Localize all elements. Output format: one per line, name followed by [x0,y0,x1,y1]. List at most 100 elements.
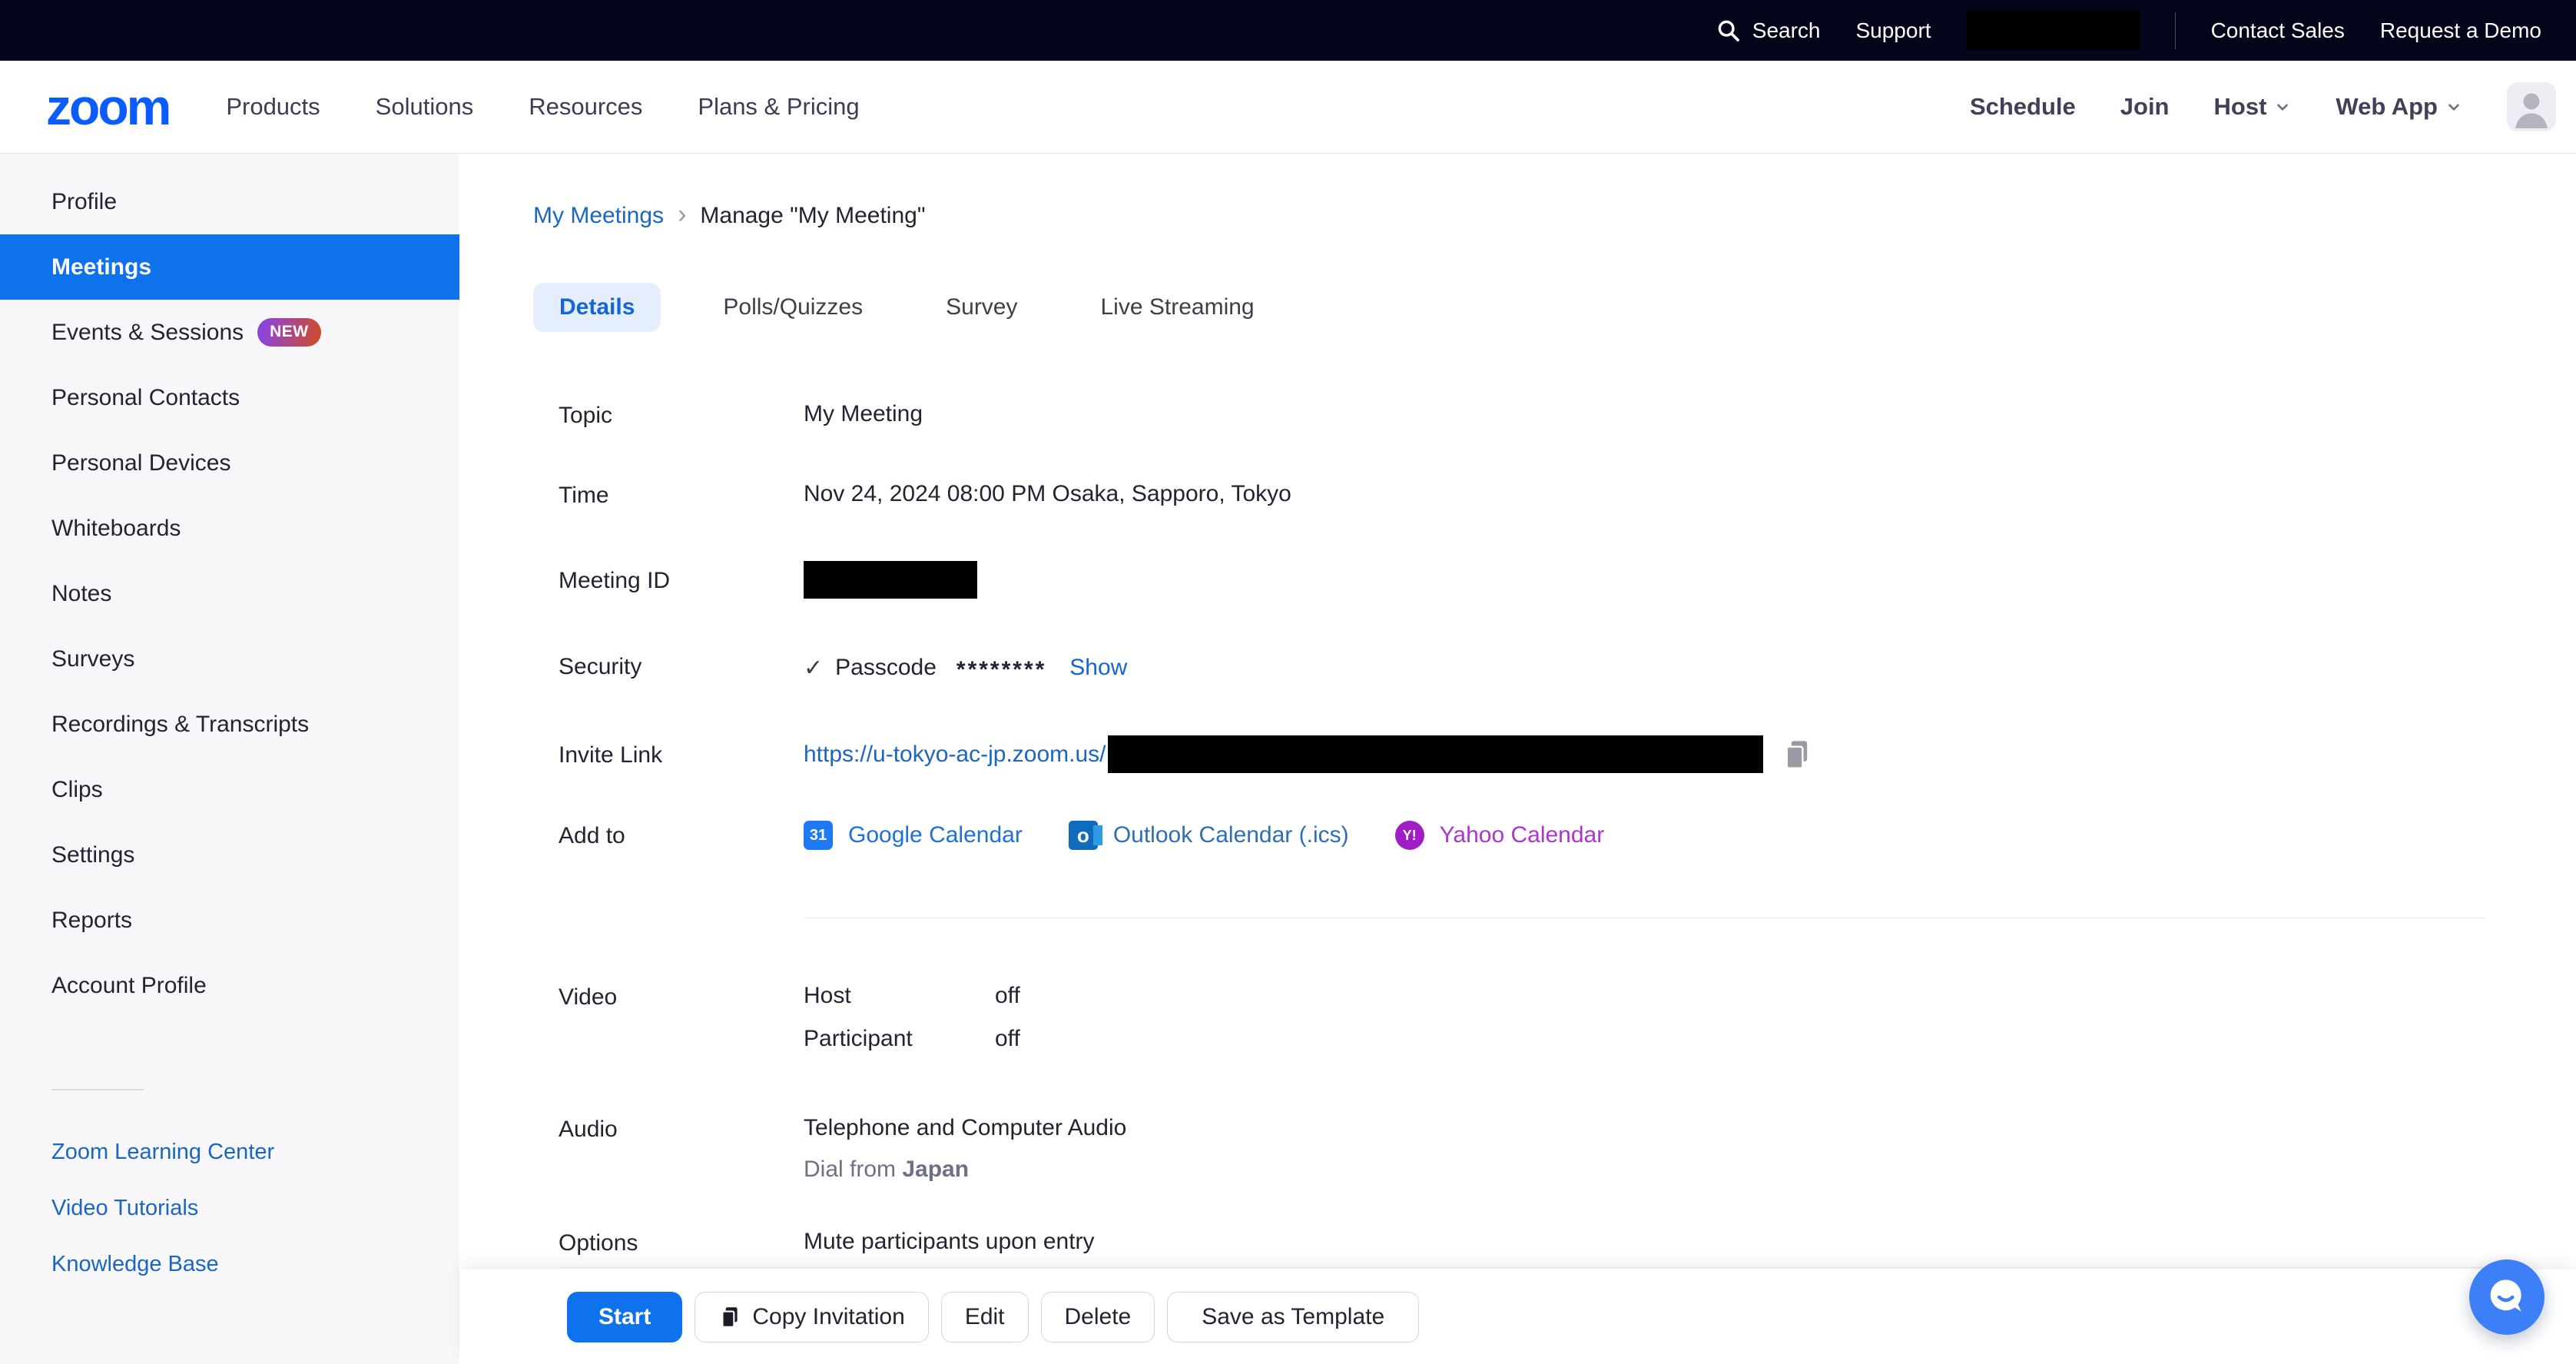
check-icon: ✓ [804,655,823,682]
redacted-meeting-id [804,561,977,599]
edit-button[interactable]: Edit [941,1292,1029,1342]
sidebar-item-whiteboards[interactable]: Whiteboards [0,496,459,561]
host-label: Host [2214,93,2267,121]
sidebar-item-personal-contacts[interactable]: Personal Contacts [0,365,459,430]
tab-details[interactable]: Details [533,283,661,332]
show-passcode-link[interactable]: Show [1069,655,1127,681]
avatar[interactable] [2507,82,2556,131]
topic-row: Topic My Meeting [559,401,2576,429]
contact-sales-link[interactable]: Contact Sales [2211,18,2345,43]
dial-from-prefix: Dial from [804,1157,896,1182]
site-header: zoom Products Solutions Resources Plans … [0,61,2576,154]
copy-invitation-button[interactable]: Copy Invitation [695,1292,928,1342]
main-nav: Products Solutions Resources Plans & Pri… [226,93,859,121]
topbar-divider [2175,12,2176,49]
sidebar-item-settings[interactable]: Settings [0,822,459,888]
video-host-name: Host [804,983,995,1009]
host-menu[interactable]: Host [2214,93,2292,121]
sidebar-item-account-profile[interactable]: Account Profile [0,953,459,1018]
video-participant-value: off [995,1026,1020,1052]
search-button[interactable]: Search [1716,18,1821,44]
new-badge: NEW [257,318,321,347]
tab-live-streaming[interactable]: Live Streaming [1080,294,1275,320]
time-label: Time [559,481,804,509]
security-label: Security [559,652,804,680]
invite-link-label: Invite Link [559,741,804,768]
security-row: Security ✓ Passcode ******** Show [559,652,2576,683]
outlook-calendar-link[interactable]: o Outlook Calendar (.ics) [1069,821,1349,850]
section-divider [559,1267,2485,1268]
audio-row: Audio Telephone and Computer Audio Dial … [559,1115,2576,1183]
breadcrumb: My Meetings › Manage "My Meeting" [533,201,2576,231]
add-to-label: Add to [559,821,804,849]
join-link[interactable]: Join [2120,93,2170,121]
dial-from-country: Japan [902,1157,969,1182]
chat-bubble-icon [2482,1273,2531,1322]
page-body: Profile Meetings Events & Sessions NEW P… [0,154,2576,1364]
breadcrumb-my-meetings[interactable]: My Meetings [533,203,664,229]
video-host-row: Host off [804,983,1020,1009]
support-link[interactable]: Support [1855,18,1931,43]
outlook-calendar-icon: o [1069,821,1098,850]
nav-solutions[interactable]: Solutions [376,93,474,121]
yahoo-calendar-link[interactable]: Y! Yahoo Calendar [1395,821,1605,850]
sidebar-link-learning-center[interactable]: Zoom Learning Center [51,1140,459,1165]
invite-link-row: Invite Link https://u-tokyo-ac-jp.zoom.u… [559,735,2576,773]
save-as-template-button[interactable]: Save as Template [1167,1292,1419,1342]
google-calendar-label: Google Calendar [848,822,1023,848]
sidebar-item-recordings-transcripts[interactable]: Recordings & Transcripts [0,692,459,757]
web-app-menu[interactable]: Web App [2336,93,2462,121]
options-row: Options Mute participants upon entry [559,1229,2576,1256]
google-calendar-link[interactable]: 31 Google Calendar [804,821,1023,850]
sidebar-item-clips[interactable]: Clips [0,757,459,822]
nav-products[interactable]: Products [226,93,320,121]
options-value: Mute participants upon entry [804,1229,1095,1255]
video-host-value: off [995,983,1020,1009]
outlook-calendar-label: Outlook Calendar (.ics) [1113,822,1349,848]
tab-survey[interactable]: Survey [925,294,1038,320]
action-bar: Start Copy Invitation Edit Delete Save a… [459,1269,2576,1364]
video-label: Video [559,983,804,1011]
sidebar-item-notes[interactable]: Notes [0,561,459,626]
tab-polls-quizzes[interactable]: Polls/Quizzes [702,294,884,320]
nav-resources[interactable]: Resources [529,93,642,121]
audio-value: Telephone and Computer Audio [804,1115,1126,1141]
start-button[interactable]: Start [567,1292,682,1342]
options-label: Options [559,1229,804,1256]
web-app-label: Web App [2336,93,2438,121]
topic-value: My Meeting [804,401,923,427]
meeting-id-row: Meeting ID [559,561,2576,599]
copy-invitation-label: Copy Invitation [752,1304,904,1330]
top-utility-links: Search Support Contact Sales Request a D… [1716,11,2576,50]
passcode-mask: ******** [956,652,1046,683]
sidebar-item-meetings[interactable]: Meetings [0,234,459,300]
copy-link-icon[interactable] [1782,738,1812,772]
google-calendar-icon: 31 [804,821,833,850]
yahoo-calendar-label: Yahoo Calendar [1440,822,1605,848]
sidebar-divider [51,1089,144,1090]
sidebar-item-events-sessions[interactable]: Events & Sessions NEW [0,300,459,365]
invite-link-url[interactable]: https://u-tokyo-ac-jp.zoom.us/ [804,742,1106,768]
sidebar-item-profile[interactable]: Profile [0,169,459,234]
meeting-id-label: Meeting ID [559,566,804,594]
schedule-link[interactable]: Schedule [1970,93,2076,121]
sidebar-link-knowledge-base[interactable]: Knowledge Base [51,1252,459,1277]
sidebar-link-video-tutorials[interactable]: Video Tutorials [51,1196,459,1221]
support-chat-button[interactable] [2469,1259,2545,1335]
yahoo-calendar-icon: Y! [1395,821,1424,850]
nav-plans-pricing[interactable]: Plans & Pricing [698,93,859,121]
request-demo-link[interactable]: Request a Demo [2380,18,2541,43]
header-actions: Schedule Join Host Web App [1970,82,2576,131]
sidebar: Profile Meetings Events & Sessions NEW P… [0,154,459,1364]
redacted-invite-link [1108,735,1763,773]
sidebar-item-surveys[interactable]: Surveys [0,626,459,692]
sidebar-item-personal-devices[interactable]: Personal Devices [0,430,459,496]
chevron-right-icon: › [678,201,686,231]
zoom-logo[interactable]: zoom [46,81,169,132]
video-participant-row: Participant off [804,1026,1020,1052]
sidebar-item-reports[interactable]: Reports [0,888,459,953]
add-to-row: Add to 31 Google Calendar o Outlook Cal [559,821,2576,850]
time-value: Nov 24, 2024 08:00 PM Osaka, Sapporo, To… [804,481,1291,507]
delete-button[interactable]: Delete [1041,1292,1155,1342]
search-label: Search [1752,18,1821,43]
